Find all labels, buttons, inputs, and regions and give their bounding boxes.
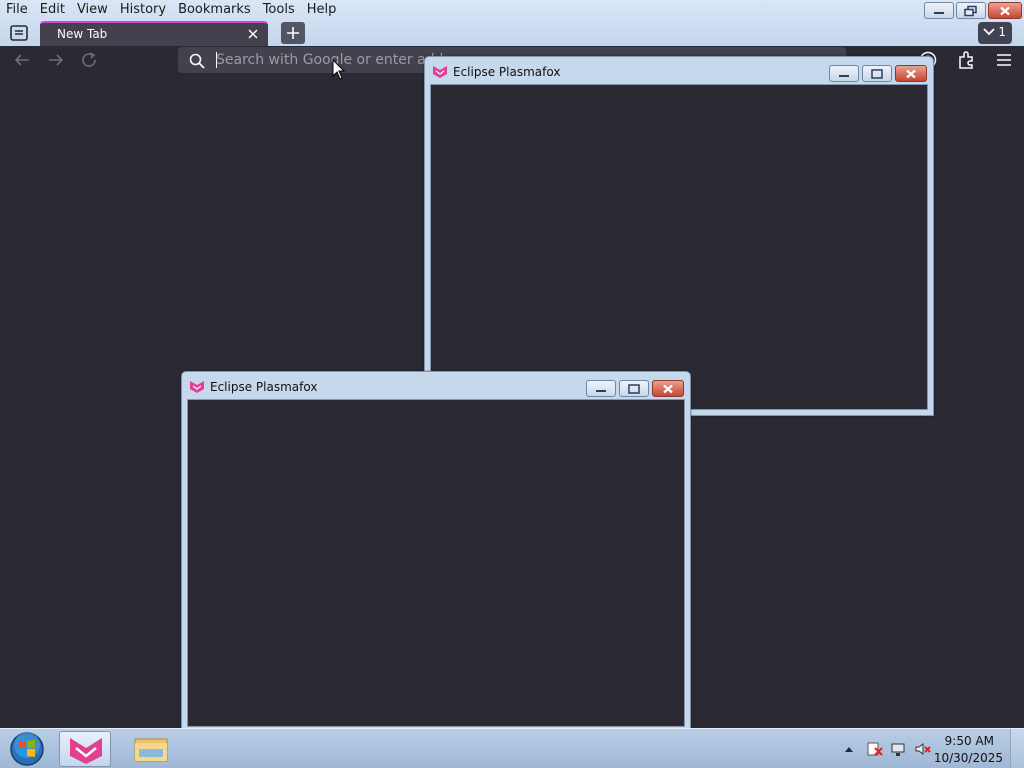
- plasmafox-logo: [70, 738, 102, 764]
- minimize-icon: [596, 389, 606, 392]
- browser-titlebar: File Edit View History Bookmarks Tools H…: [0, 0, 1024, 46]
- reload-icon: [82, 52, 96, 67]
- restore-icon: [964, 5, 977, 16]
- tab-list-button[interactable]: [8, 23, 32, 45]
- popup-title: Eclipse Plasmafox: [210, 380, 318, 394]
- clock-time[interactable]: 9:50 AM: [945, 734, 994, 748]
- tab-strip: New Tab 1: [0, 20, 1024, 46]
- app-menu-icon: [10, 25, 28, 41]
- taskbar: 9:50 AM 10/30/2025: [0, 728, 1024, 768]
- new-tab-button[interactable]: [281, 22, 305, 44]
- menu-help[interactable]: Help: [301, 0, 343, 20]
- list-all-tabs-button[interactable]: 1: [978, 22, 1012, 44]
- show-desktop-button[interactable]: [1010, 729, 1024, 768]
- close-button[interactable]: [988, 2, 1022, 19]
- window-controls: [924, 2, 1022, 19]
- menu-file[interactable]: File: [0, 0, 34, 20]
- forward-arrow-icon: [49, 54, 64, 66]
- popup-window-controls: [586, 380, 684, 397]
- windows-start-orb[interactable]: [5, 731, 49, 767]
- text-caret: [216, 52, 217, 68]
- minimize-button[interactable]: [924, 2, 954, 19]
- network-icon[interactable]: [890, 741, 908, 757]
- taskbar-file-explorer[interactable]: [127, 731, 175, 767]
- tab-close-icon[interactable]: [246, 27, 260, 41]
- maximize-icon: [628, 383, 640, 394]
- plasmafox-logo: [433, 66, 447, 78]
- chevron-down-icon: [983, 28, 995, 36]
- menu-edit[interactable]: Edit: [34, 0, 71, 20]
- mouse-cursor-icon: [332, 59, 346, 80]
- popup-maximize-button[interactable]: [619, 380, 649, 397]
- popup-minimize-button[interactable]: [829, 65, 859, 82]
- extensions-icon[interactable]: [956, 50, 976, 70]
- volume-muted-icon[interactable]: [914, 741, 932, 757]
- back-button[interactable]: [10, 50, 34, 70]
- search-icon: [189, 53, 205, 69]
- popup-content: [187, 399, 685, 727]
- tab-new-tab[interactable]: New Tab: [40, 21, 268, 46]
- popup-close-button[interactable]: [895, 65, 927, 82]
- menu-view[interactable]: View: [71, 0, 114, 20]
- popup-window-controls: [829, 65, 927, 82]
- popup-window-1: Eclipse Plasmafox: [424, 56, 934, 416]
- close-icon: [1000, 6, 1010, 15]
- menubar: File Edit View History Bookmarks Tools H…: [0, 0, 342, 20]
- popup-close-button[interactable]: [652, 380, 684, 397]
- minimize-icon: [934, 11, 944, 14]
- action-center-icon[interactable]: [866, 741, 884, 757]
- popup-maximize-button[interactable]: [862, 65, 892, 82]
- plasmafox-logo: [190, 381, 204, 393]
- hamburger-menu-icon[interactable]: [994, 50, 1014, 70]
- reload-button[interactable]: [78, 50, 102, 70]
- tab-count: 1: [998, 25, 1006, 39]
- close-icon: [906, 69, 916, 78]
- maximize-icon: [871, 68, 883, 79]
- close-icon: [663, 384, 673, 393]
- show-hidden-icons-icon[interactable]: [840, 741, 858, 757]
- minimize-icon: [839, 74, 849, 77]
- plus-icon: [287, 27, 299, 39]
- clock-date[interactable]: 10/30/2025: [934, 751, 1003, 765]
- menu-history[interactable]: History: [114, 0, 172, 20]
- restore-button[interactable]: [956, 2, 986, 19]
- popup-title: Eclipse Plasmafox: [453, 65, 561, 79]
- popup-minimize-button[interactable]: [586, 380, 616, 397]
- menu-bookmarks[interactable]: Bookmarks: [172, 0, 257, 20]
- file-explorer-icon: [134, 738, 168, 762]
- taskbar-plasmafox[interactable]: [59, 731, 111, 767]
- tab-title: New Tab: [57, 27, 108, 41]
- back-arrow-icon: [14, 54, 29, 66]
- popup-content: [430, 84, 928, 410]
- menu-tools[interactable]: Tools: [257, 0, 301, 20]
- popup-window-2: Eclipse Plasmafox: [181, 371, 691, 731]
- forward-button[interactable]: [44, 50, 68, 70]
